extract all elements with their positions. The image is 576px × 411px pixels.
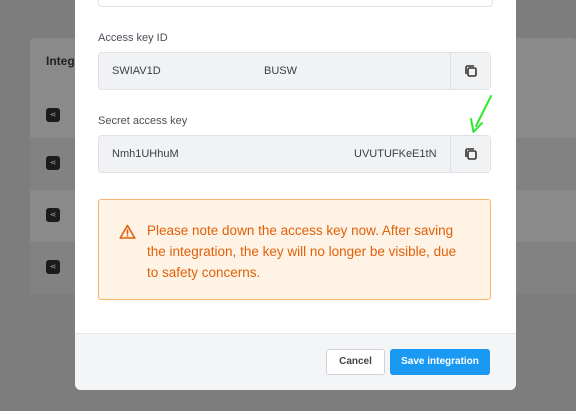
integration-icon: ⋖ [46, 108, 60, 122]
integration-modal: Access key ID SWIAV1D BUSW Secret access… [75, 0, 516, 390]
access-key-field: SWIAV1D BUSW [98, 52, 491, 90]
access-key-label: Access key ID [98, 32, 168, 44]
access-key-value-start: SWIAV1D [112, 65, 161, 77]
access-key-input[interactable]: SWIAV1D BUSW [99, 53, 451, 89]
integration-icon: ⋖ [46, 260, 60, 274]
copy-icon [464, 148, 477, 160]
secret-key-value-end: UVUTUFKeE1tN [354, 148, 437, 160]
copy-icon [464, 65, 477, 77]
secret-key-field: Nmh1UHhuM UVUTUFKeE1tN [98, 135, 491, 173]
secret-key-value-start: Nmh1UHhuM [112, 148, 179, 160]
integration-icon: ⋖ [46, 156, 60, 170]
warning-triangle-icon [119, 224, 136, 239]
warning-text: Please note down the access key now. Aft… [147, 223, 457, 280]
secret-key-input[interactable]: Nmh1UHhuM UVUTUFKeE1tN [99, 136, 451, 172]
copy-access-key-button[interactable] [450, 53, 490, 89]
previous-field[interactable] [98, 0, 493, 7]
integration-icon: ⋖ [46, 208, 60, 222]
copy-secret-key-button[interactable] [450, 136, 490, 172]
modal-footer: Cancel Save integration [75, 333, 516, 390]
cancel-button[interactable]: Cancel [326, 349, 385, 375]
access-key-value-end: BUSW [264, 65, 297, 77]
save-integration-button[interactable]: Save integration [390, 349, 490, 375]
background-table-header: Integ [46, 54, 75, 68]
warning-callout: Please note down the access key now. Aft… [98, 199, 491, 300]
secret-key-label: Secret access key [98, 115, 188, 127]
